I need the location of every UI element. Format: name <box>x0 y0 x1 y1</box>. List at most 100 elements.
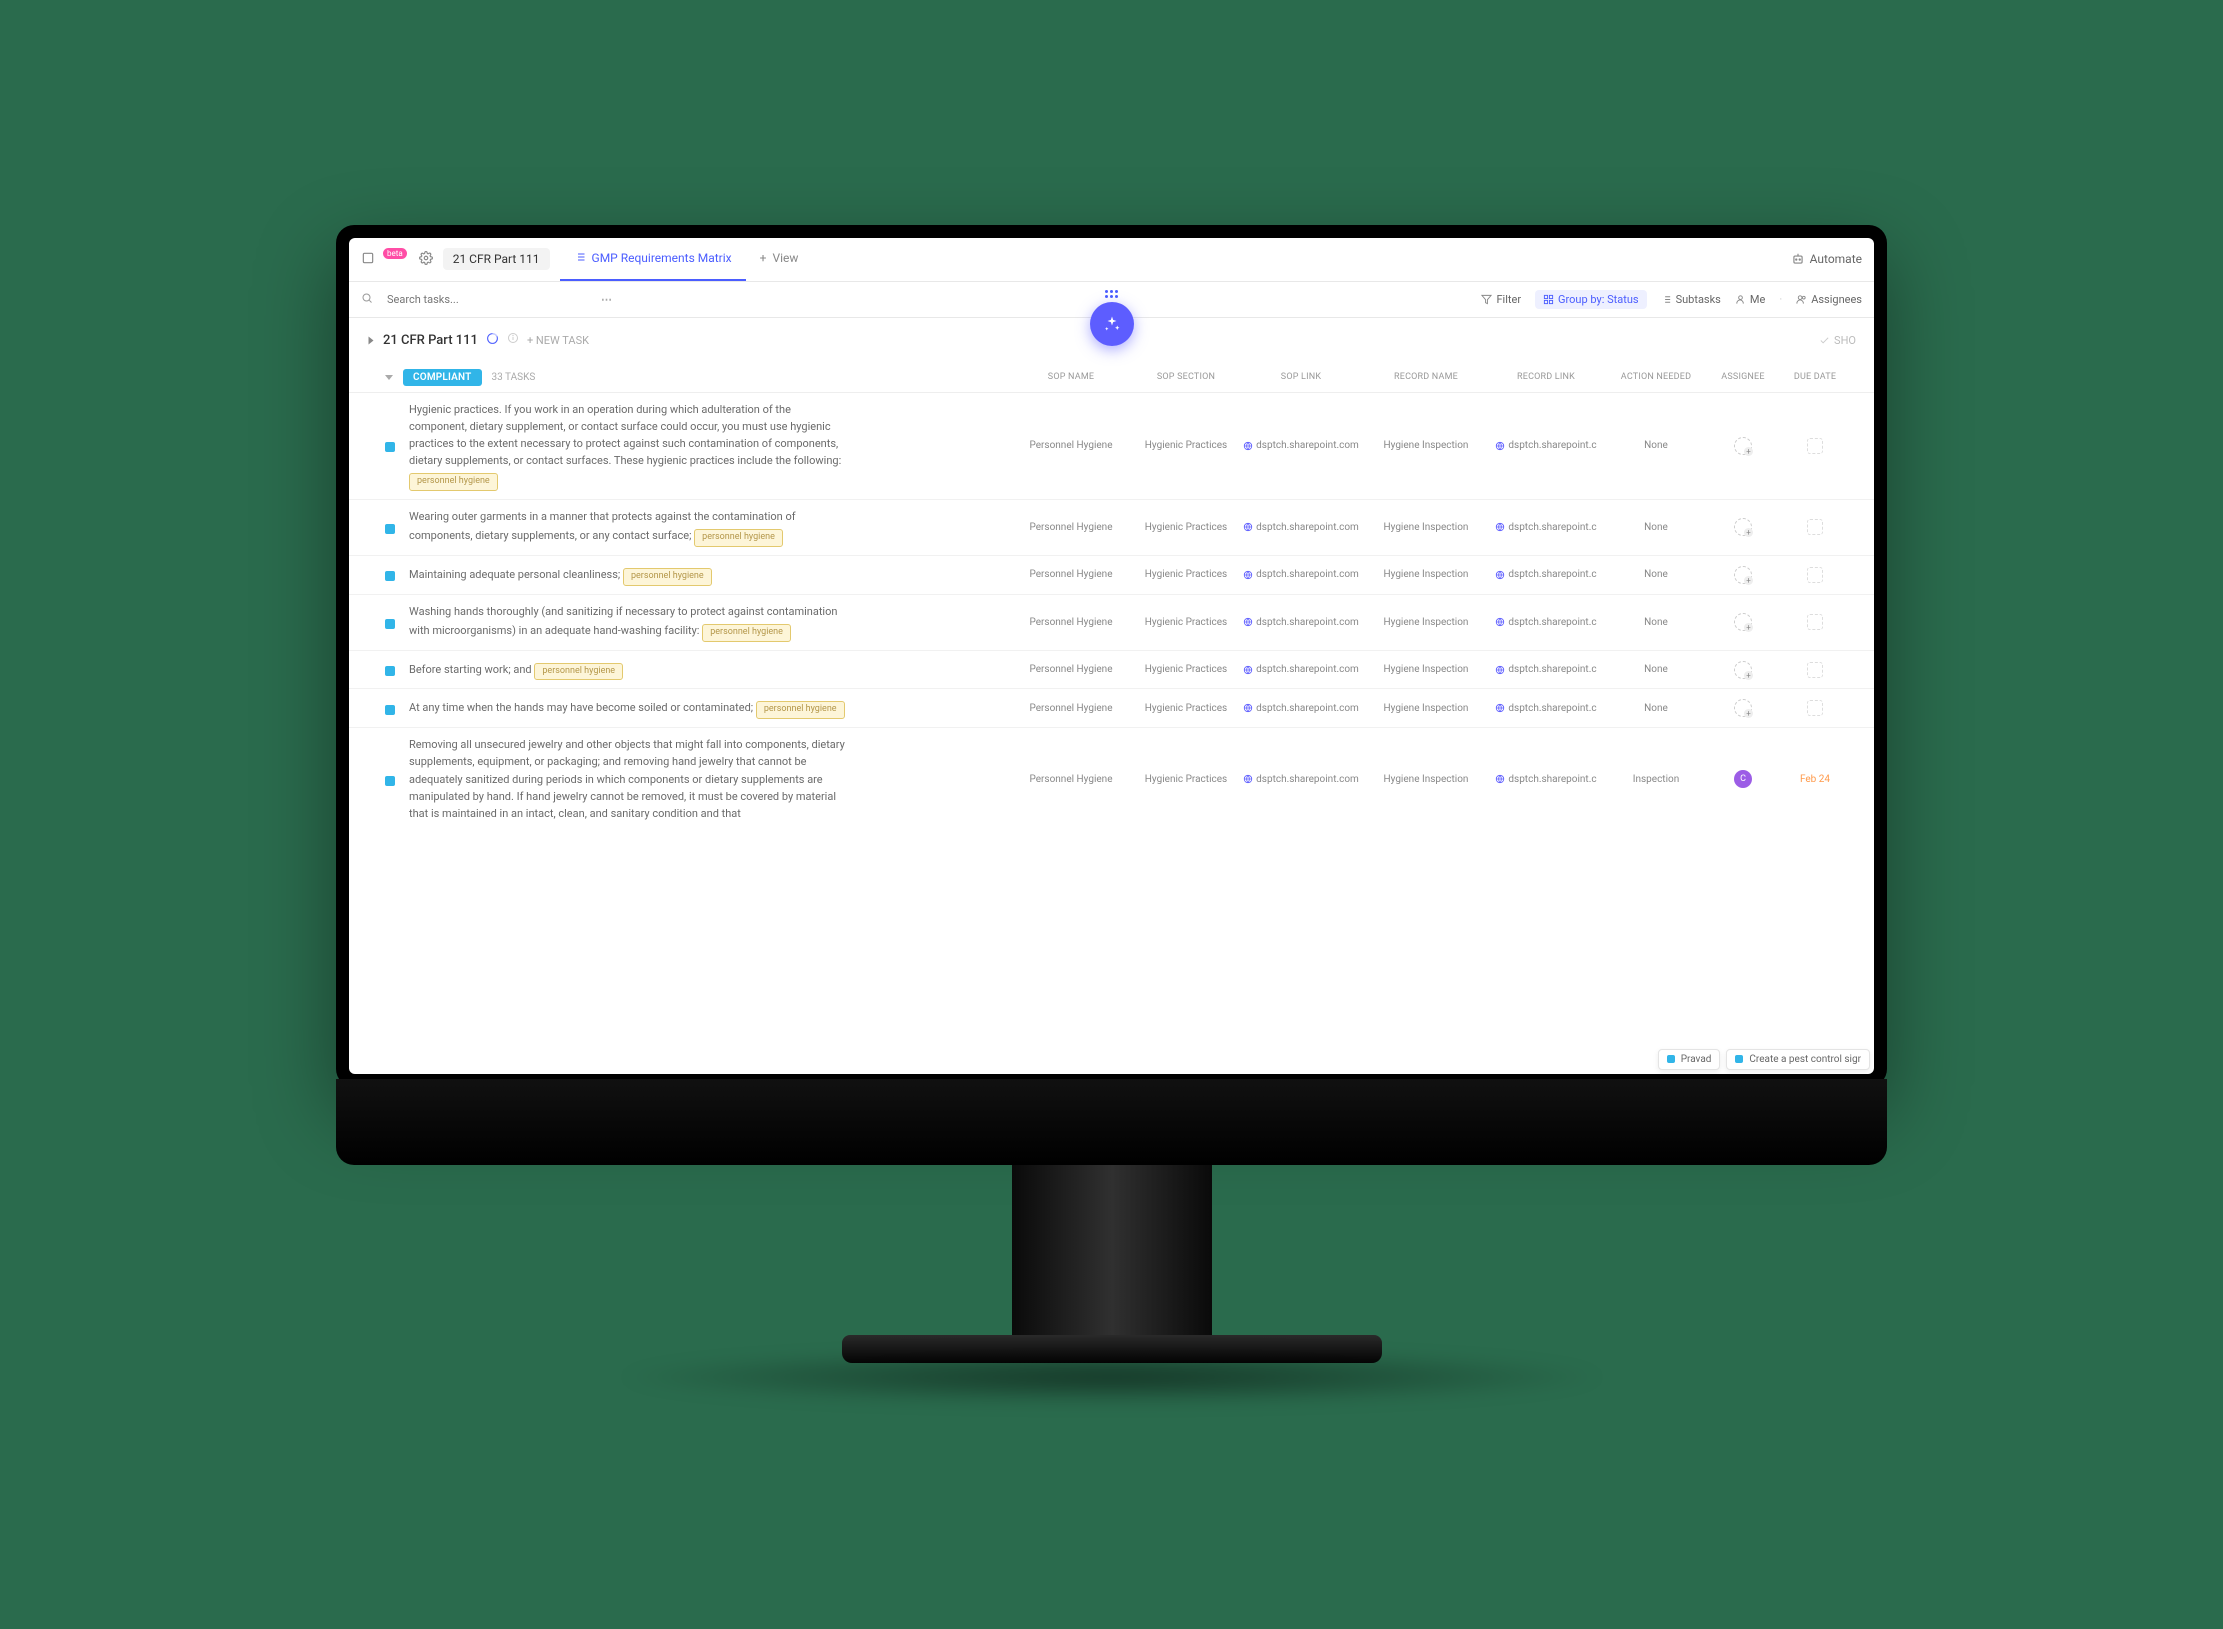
task-description[interactable]: At any time when the hands may have beco… <box>409 697 849 719</box>
more-options-icon[interactable]: ⋯ <box>601 293 613 306</box>
cell-record-name[interactable]: Hygiene Inspection <box>1366 569 1486 580</box>
tag[interactable]: personnel hygiene <box>534 663 623 681</box>
search-input[interactable] <box>387 293 587 306</box>
cell-sop-section[interactable]: Hygienic Practices <box>1136 617 1236 628</box>
cell-sop-section[interactable]: Hygienic Practices <box>1136 569 1236 580</box>
collapse-caret-icon[interactable] <box>369 336 374 344</box>
col-assignee[interactable]: ASSIGNEE <box>1706 372 1780 382</box>
cell-sop-link[interactable]: dsptch.sharepoint.com <box>1236 569 1366 580</box>
cell-action-needed[interactable]: None <box>1606 664 1706 675</box>
task-description[interactable]: Wearing outer garments in a manner that … <box>409 508 849 547</box>
filter-button[interactable]: Filter <box>1481 293 1521 306</box>
assignee-add-icon[interactable] <box>1734 613 1752 631</box>
task-description[interactable]: Hygienic practices. If you work in an op… <box>409 401 849 491</box>
status-square-icon[interactable] <box>385 571 395 581</box>
cell-record-link[interactable]: dsptch.sharepoint.c <box>1486 522 1606 533</box>
gear-icon[interactable] <box>419 251 433 268</box>
cell-record-name[interactable]: Hygiene Inspection <box>1366 774 1486 785</box>
cell-sop-name[interactable]: Personnel Hygiene <box>1006 617 1136 628</box>
tag[interactable]: personnel hygiene <box>409 473 498 491</box>
new-task-button[interactable]: + NEW TASK <box>527 334 589 347</box>
status-square-icon[interactable] <box>385 619 395 629</box>
col-due-date[interactable]: DUE DATE <box>1780 372 1850 382</box>
ai-assistant-handle[interactable] <box>1090 290 1134 346</box>
status-square-icon[interactable] <box>385 524 395 534</box>
cell-record-link[interactable]: dsptch.sharepoint.c <box>1486 569 1606 580</box>
cell-sop-name[interactable]: Personnel Hygiene <box>1006 522 1136 533</box>
cell-sop-section[interactable]: Hygienic Practices <box>1136 522 1236 533</box>
cell-record-name[interactable]: Hygiene Inspection <box>1366 664 1486 675</box>
assignee-add-icon[interactable] <box>1734 661 1752 679</box>
task-description[interactable]: Washing hands thoroughly (and sanitizing… <box>409 603 849 642</box>
cell-sop-link[interactable]: dsptch.sharepoint.com <box>1236 440 1366 451</box>
cell-sop-name[interactable]: Personnel Hygiene <box>1006 774 1136 785</box>
assignee-add-icon[interactable] <box>1734 699 1752 717</box>
cell-sop-link[interactable]: dsptch.sharepoint.com <box>1236 703 1366 714</box>
info-icon[interactable] <box>507 332 519 348</box>
group-by-button[interactable]: Group by: Status <box>1535 290 1647 309</box>
cell-record-link[interactable]: dsptch.sharepoint.c <box>1486 664 1606 675</box>
cell-sop-link[interactable]: dsptch.sharepoint.com <box>1236 522 1366 533</box>
cell-record-link[interactable]: dsptch.sharepoint.c <box>1486 440 1606 451</box>
col-sop-name[interactable]: SOP NAME <box>1006 372 1136 382</box>
cell-action-needed[interactable]: None <box>1606 703 1706 714</box>
tag[interactable]: personnel hygiene <box>702 624 791 642</box>
tag[interactable]: personnel hygiene <box>623 568 712 586</box>
due-date-add-icon[interactable] <box>1807 614 1823 630</box>
status-square-icon[interactable] <box>385 666 395 676</box>
cell-sop-link[interactable]: dsptch.sharepoint.com <box>1236 774 1366 785</box>
cell-sop-section[interactable]: Hygienic Practices <box>1136 774 1236 785</box>
cell-sop-name[interactable]: Personnel Hygiene <box>1006 569 1136 580</box>
show-closed-toggle[interactable]: SHO <box>1819 334 1856 347</box>
col-action-needed[interactable]: ACTION NEEDED <box>1606 372 1706 382</box>
tag[interactable]: personnel hygiene <box>694 529 783 547</box>
status-square-icon[interactable] <box>385 705 395 715</box>
task-row[interactable]: At any time when the hands may have beco… <box>349 688 1874 727</box>
cell-sop-section[interactable]: Hygienic Practices <box>1136 703 1236 714</box>
cell-sop-link[interactable]: dsptch.sharepoint.com <box>1236 617 1366 628</box>
assignee-add-icon[interactable] <box>1734 518 1752 536</box>
cell-sop-section[interactable]: Hygienic Practices <box>1136 440 1236 451</box>
due-date-add-icon[interactable] <box>1807 700 1823 716</box>
due-date-add-icon[interactable] <box>1807 567 1823 583</box>
due-date-add-icon[interactable] <box>1807 438 1823 454</box>
tab-add-view[interactable]: + View <box>746 238 813 281</box>
cell-sop-name[interactable]: Personnel Hygiene <box>1006 664 1136 675</box>
cell-sop-link[interactable]: dsptch.sharepoint.com <box>1236 664 1366 675</box>
cell-action-needed[interactable]: None <box>1606 522 1706 533</box>
task-row[interactable]: Wearing outer garments in a manner that … <box>349 499 1874 555</box>
task-row[interactable]: Removing all unsecured jewelry and other… <box>349 727 1874 829</box>
assignee-avatar[interactable]: C <box>1734 770 1752 788</box>
task-row[interactable]: Hygienic practices. If you work in an op… <box>349 392 1874 499</box>
col-sop-link[interactable]: SOP LINK <box>1236 372 1366 382</box>
status-square-icon[interactable] <box>385 776 395 786</box>
task-description[interactable]: Removing all unsecured jewelry and other… <box>409 736 849 821</box>
minimized-task-b[interactable]: Create a pest control sigr <box>1726 1049 1870 1070</box>
group-collapse-icon[interactable] <box>385 375 393 380</box>
subtasks-button[interactable]: Subtasks <box>1661 293 1721 306</box>
due-date-add-icon[interactable] <box>1807 662 1823 678</box>
tab-gmp-requirements-matrix[interactable]: GMP Requirements Matrix <box>560 238 746 281</box>
task-row[interactable]: Before starting work; and personnel hygi… <box>349 650 1874 689</box>
col-record-name[interactable]: RECORD NAME <box>1366 372 1486 382</box>
task-row[interactable]: Maintaining adequate personal cleanlines… <box>349 555 1874 594</box>
due-date[interactable]: Feb 24 <box>1800 774 1830 785</box>
cell-action-needed[interactable]: None <box>1606 569 1706 580</box>
cell-action-needed[interactable]: None <box>1606 617 1706 628</box>
me-button[interactable]: Me <box>1735 293 1765 306</box>
cell-record-link[interactable]: dsptch.sharepoint.c <box>1486 703 1606 714</box>
cell-record-name[interactable]: Hygiene Inspection <box>1366 617 1486 628</box>
task-description[interactable]: Before starting work; and personnel hygi… <box>409 659 849 681</box>
cell-sop-name[interactable]: Personnel Hygiene <box>1006 703 1136 714</box>
task-description[interactable]: Maintaining adequate personal cleanlines… <box>409 564 849 586</box>
cell-record-name[interactable]: Hygiene Inspection <box>1366 440 1486 451</box>
automate-button[interactable]: Automate <box>1791 252 1862 266</box>
assignee-add-icon[interactable] <box>1734 566 1752 584</box>
minimized-task-a[interactable]: Pravad <box>1658 1049 1721 1070</box>
assignee-add-icon[interactable] <box>1734 437 1752 455</box>
assignees-button[interactable]: Assignees <box>1796 293 1862 306</box>
due-date-add-icon[interactable] <box>1807 519 1823 535</box>
cell-sop-section[interactable]: Hygienic Practices <box>1136 664 1236 675</box>
cell-record-name[interactable]: Hygiene Inspection <box>1366 703 1486 714</box>
col-record-link[interactable]: RECORD LINK <box>1486 372 1606 382</box>
